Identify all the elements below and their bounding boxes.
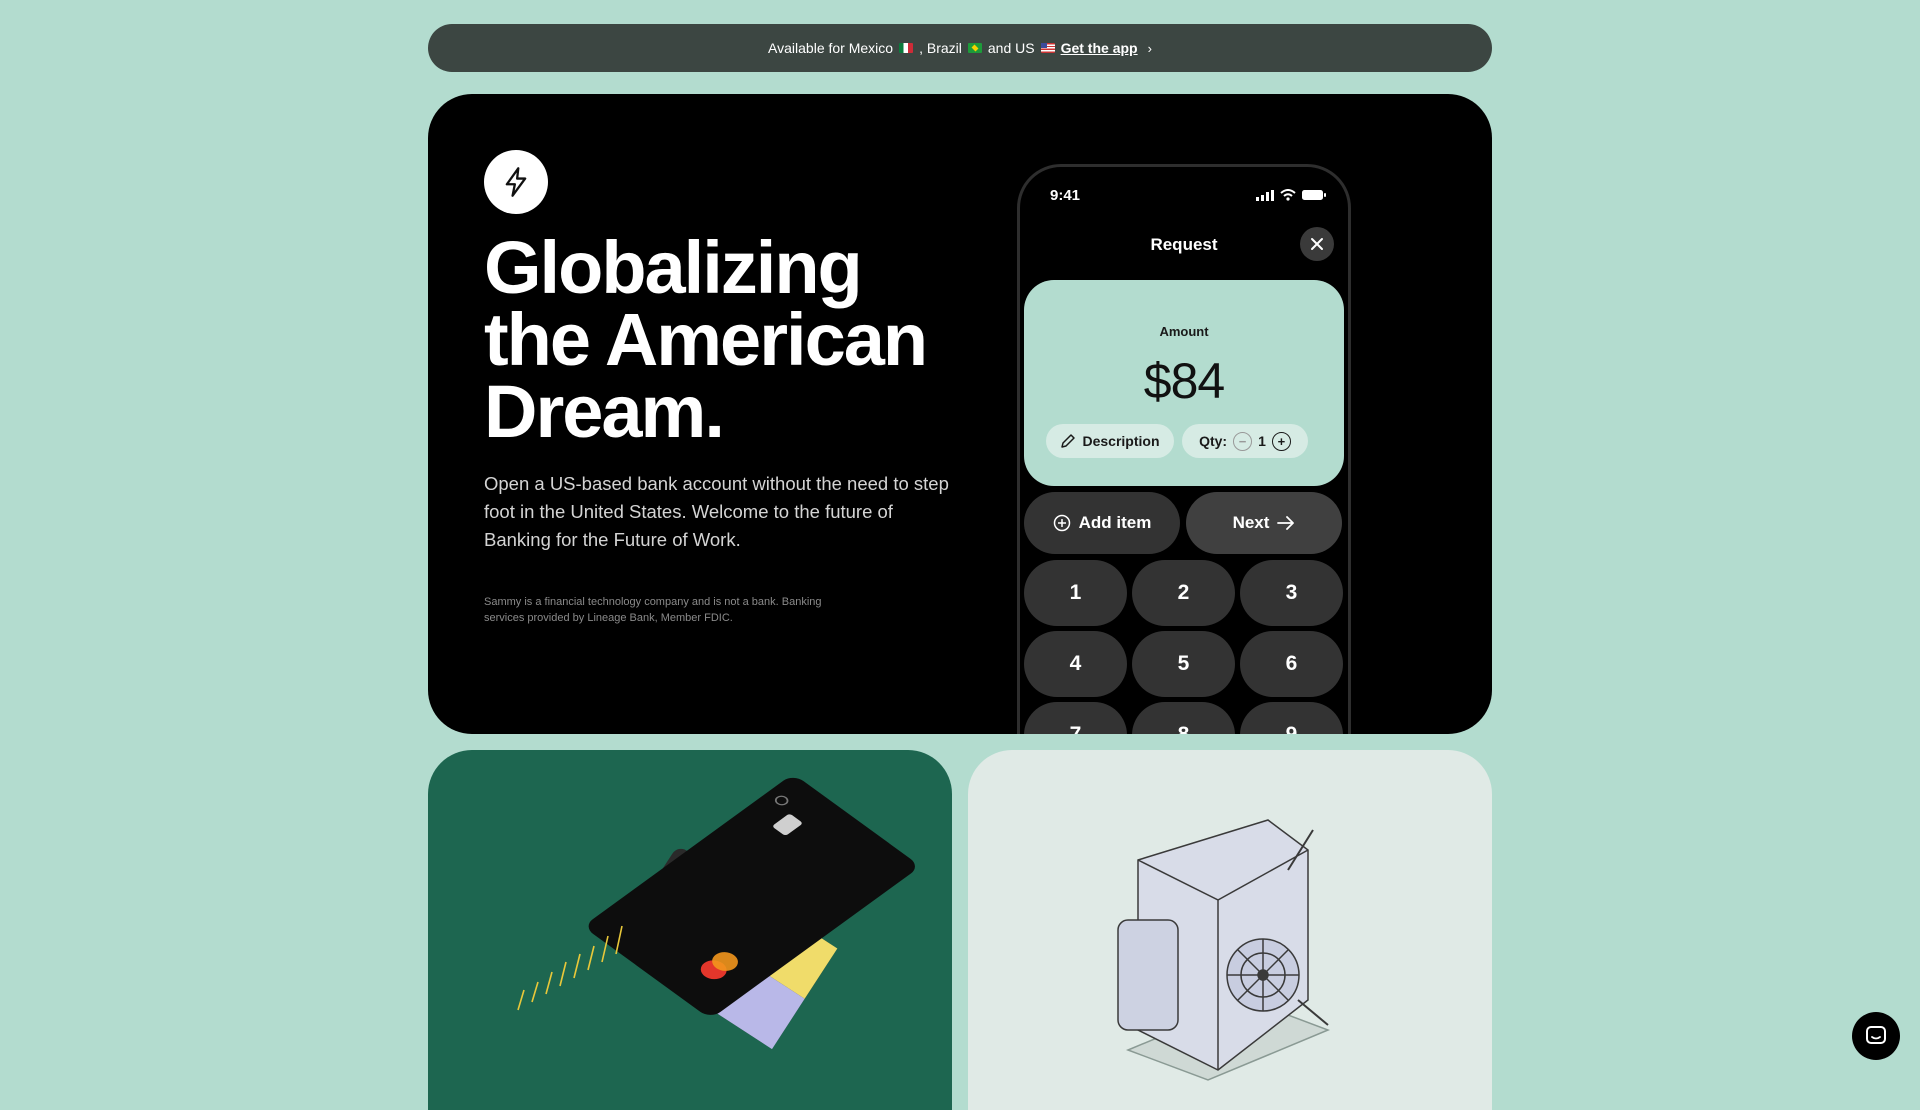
plus-circle-icon bbox=[1053, 514, 1070, 532]
brazil-flag-icon bbox=[967, 43, 982, 53]
vault-illustration bbox=[1117, 819, 1331, 1081]
phone-mockup: 9:41 Request Amount $84 Description Qty:… bbox=[1017, 164, 1351, 734]
pencil-icon bbox=[1061, 434, 1076, 448]
add-item-button[interactable]: Add item bbox=[1024, 492, 1180, 554]
battery-icon bbox=[1302, 190, 1326, 200]
chat-icon bbox=[1866, 1026, 1886, 1044]
key-1[interactable]: 1 bbox=[1024, 560, 1127, 626]
arrow-right-icon bbox=[1277, 516, 1295, 530]
next-label: Next bbox=[1232, 513, 1270, 532]
hero-section: Globalizing the American Dream. Open a U… bbox=[428, 94, 1492, 734]
key-7[interactable]: 7 bbox=[1024, 702, 1127, 734]
banner-prefix: Available for Mexico bbox=[768, 40, 894, 56]
legal-disclaimer: Sammy is a financial technology company … bbox=[484, 596, 822, 624]
description-label: Description bbox=[1082, 433, 1160, 449]
decrement-icon[interactable]: − bbox=[1233, 431, 1253, 451]
chevron-right-icon: › bbox=[1147, 40, 1152, 56]
status-icons bbox=[1256, 189, 1326, 201]
signal-icon bbox=[1256, 189, 1274, 201]
headline-line-3: Dream. bbox=[484, 370, 725, 453]
key-5[interactable]: 5 bbox=[1132, 631, 1235, 697]
amount-label: Amount bbox=[1159, 324, 1209, 339]
request-title: Request bbox=[1150, 235, 1218, 254]
next-button[interactable]: Next bbox=[1186, 492, 1342, 554]
quantity-stepper: Qty: − 1 + bbox=[1182, 424, 1308, 458]
banner-us: and US bbox=[987, 40, 1035, 56]
add-item-label: Add item bbox=[1078, 513, 1152, 532]
close-button[interactable] bbox=[1300, 227, 1334, 261]
us-flag-icon bbox=[1040, 43, 1055, 53]
status-time: 9:41 bbox=[1050, 187, 1081, 204]
mexico-flag-icon bbox=[899, 43, 914, 53]
lightning-bolt-icon bbox=[484, 150, 548, 214]
amount-value: $84 bbox=[1143, 353, 1225, 409]
key-2[interactable]: 2 bbox=[1132, 560, 1235, 626]
wifi-icon bbox=[1280, 189, 1296, 201]
key-8[interactable]: 8 bbox=[1132, 702, 1235, 734]
qty-value: 1 bbox=[1258, 433, 1266, 449]
key-3[interactable]: 3 bbox=[1240, 560, 1343, 626]
close-icon bbox=[1311, 238, 1323, 250]
debit-card-illustration bbox=[517, 777, 915, 1050]
key-4[interactable]: 4 bbox=[1024, 631, 1127, 697]
chat-launcher-button[interactable] bbox=[1852, 1012, 1900, 1060]
headline-line-2: the American bbox=[484, 298, 928, 381]
availability-banner: Available for Mexico , Brazil and US Get… bbox=[428, 24, 1492, 72]
headline-line-1: Globalizing bbox=[484, 226, 863, 309]
key-9[interactable]: 9 bbox=[1240, 702, 1343, 734]
banner-brazil: , Brazil bbox=[919, 40, 962, 56]
cards-feature-panel bbox=[428, 750, 952, 1110]
qty-label: Qty: bbox=[1199, 433, 1228, 449]
amount-card: Amount $84 Description Qty: − 1 + bbox=[1024, 280, 1344, 486]
description-button[interactable]: Description bbox=[1046, 424, 1174, 458]
increment-icon[interactable]: + bbox=[1271, 431, 1291, 451]
hero-headline: Globalizing the American Dream. bbox=[484, 226, 928, 453]
get-the-app-link[interactable]: Get the app bbox=[1061, 40, 1138, 56]
vault-feature-panel bbox=[968, 750, 1492, 1110]
key-6[interactable]: 6 bbox=[1240, 631, 1343, 697]
hero-description: Open a US-based bank account without the… bbox=[484, 473, 949, 550]
